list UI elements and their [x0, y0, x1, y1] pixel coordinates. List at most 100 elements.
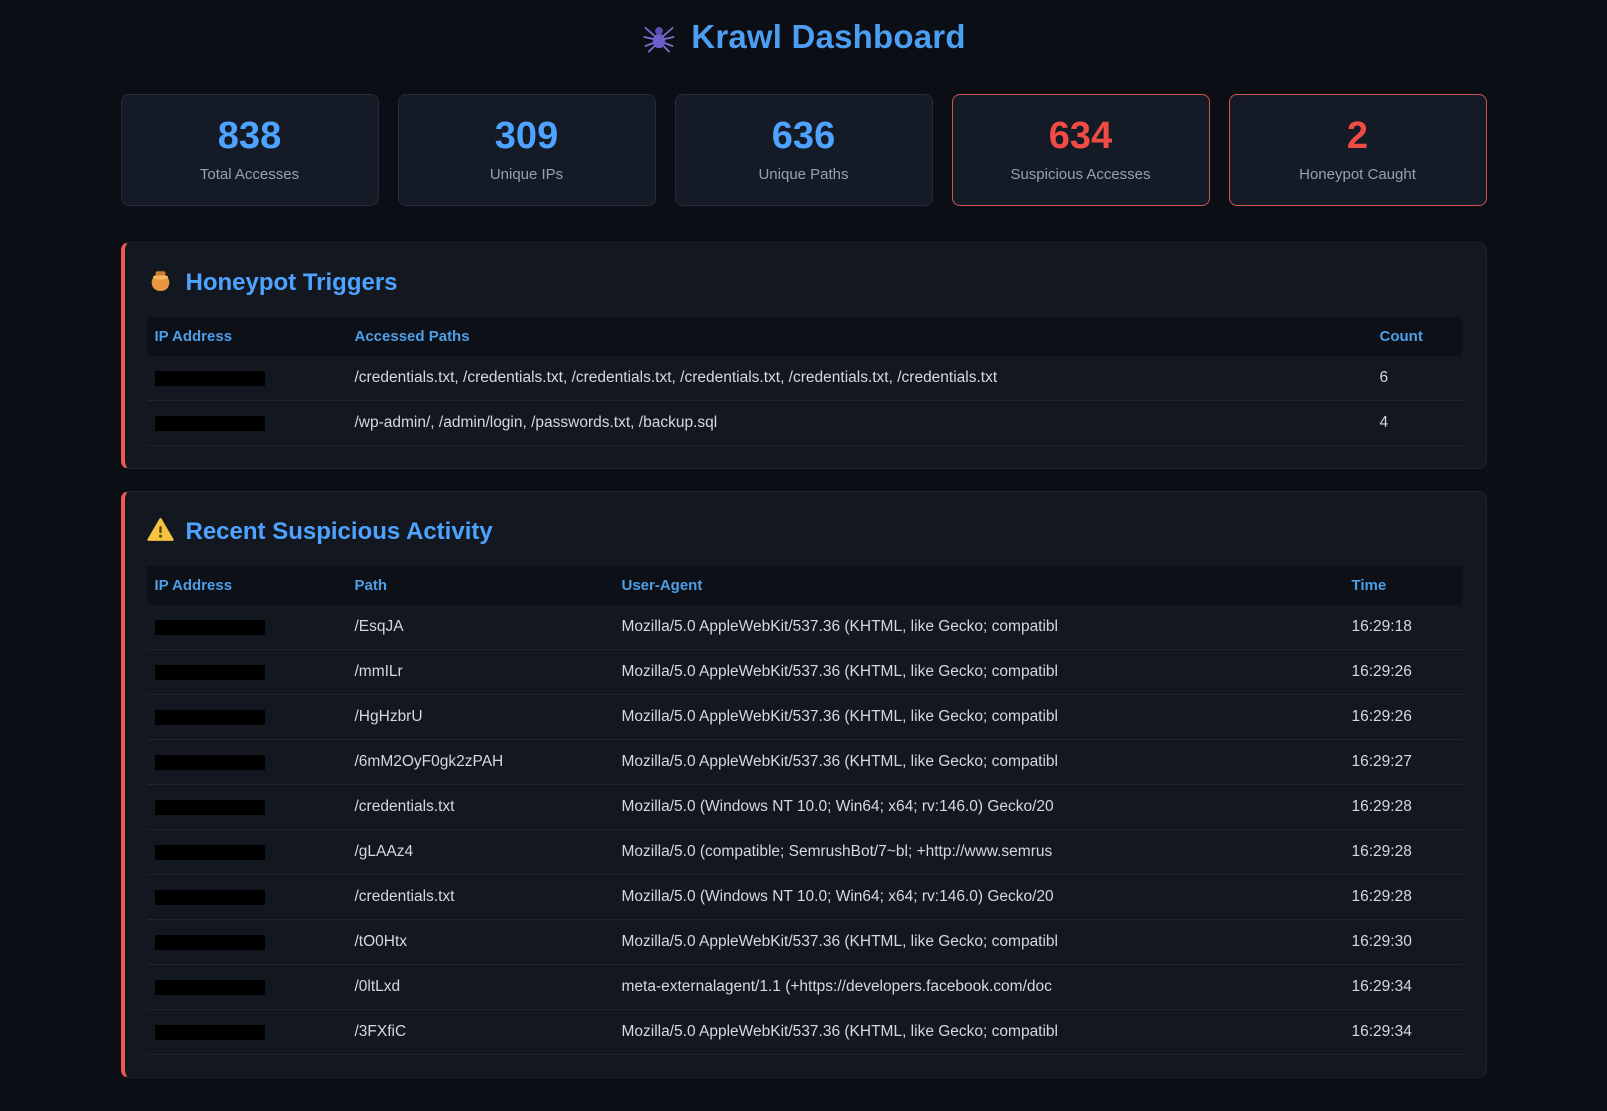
accessed-paths-cell: /credentials.txt, /credentials.txt, /cre…	[347, 356, 1372, 401]
user-agent-cell: Mozilla/5.0 AppleWebKit/537.36 (KHTML, l…	[614, 605, 1344, 650]
count-cell: 4	[1372, 401, 1462, 446]
redacted-ip	[155, 890, 265, 905]
page-header: Krawl Dashboard	[121, 18, 1487, 56]
redacted-ip	[155, 845, 265, 860]
redacted-ip	[155, 710, 265, 725]
redacted-ip	[155, 416, 265, 431]
honeypot-icon	[147, 267, 174, 299]
suspicious-activity-row: /credentials.txtMozilla/5.0 (Windows NT …	[147, 875, 1462, 920]
honeypot-header-row: IP Address Accessed Paths Count	[147, 317, 1462, 356]
suspicious-activity-row: /3FXfiCMozilla/5.0 AppleWebKit/537.36 (K…	[147, 1010, 1462, 1055]
time-cell: 16:29:26	[1344, 650, 1462, 695]
stat-value: 2	[1347, 117, 1368, 155]
time-cell: 16:29:27	[1344, 740, 1462, 785]
count-cell: 6	[1372, 356, 1462, 401]
dashboard-container: Krawl Dashboard 838 Total Accesses 309 U…	[121, 0, 1487, 1078]
user-agent-cell: Mozilla/5.0 AppleWebKit/537.36 (KHTML, l…	[614, 1010, 1344, 1055]
stat-card-suspicious-accesses: 634 Suspicious Accesses	[952, 94, 1210, 206]
ip-address-cell	[147, 605, 347, 650]
stat-value: 309	[495, 117, 558, 155]
stat-value: 634	[1049, 117, 1112, 155]
stat-label: Unique IPs	[490, 166, 563, 183]
redacted-ip	[155, 800, 265, 815]
stat-value: 838	[218, 117, 281, 155]
stat-card-unique-ips: 309 Unique IPs	[398, 94, 656, 206]
user-agent-cell: Mozilla/5.0 (Windows NT 10.0; Win64; x64…	[614, 875, 1344, 920]
honeypot-tbody: /credentials.txt, /credentials.txt, /cre…	[147, 356, 1462, 446]
stat-card-unique-paths: 636 Unique Paths	[675, 94, 933, 206]
path-cell: /6mM2OyF0gk2zPAH	[347, 740, 614, 785]
time-cell: 16:29:28	[1344, 785, 1462, 830]
path-cell: /credentials.txt	[347, 875, 614, 920]
redacted-ip	[155, 620, 265, 635]
suspicious-table: IP Address Path User-Agent Time /EsqJAMo…	[147, 566, 1462, 1055]
time-cell: 16:29:26	[1344, 695, 1462, 740]
user-agent-cell: Mozilla/5.0 (compatible; SemrushBot/7~bl…	[614, 830, 1344, 875]
honeypot-row: /wp-admin/, /admin/login, /passwords.txt…	[147, 401, 1462, 446]
suspicious-panel-heading: Recent Suspicious Activity	[186, 518, 493, 546]
suspicious-panel-title: Recent Suspicious Activity	[147, 516, 1462, 548]
suspicious-activity-panel: Recent Suspicious Activity IP Address Pa…	[121, 491, 1487, 1078]
suspicious-activity-row: /tO0HtxMozilla/5.0 AppleWebKit/537.36 (K…	[147, 920, 1462, 965]
column-header-count: Count	[1372, 317, 1462, 356]
path-cell: /0ltLxd	[347, 965, 614, 1010]
ip-address-cell	[147, 1010, 347, 1055]
stat-label: Suspicious Accesses	[1010, 166, 1150, 183]
column-header-ip: IP Address	[147, 566, 347, 605]
spider-icon	[641, 19, 677, 55]
path-cell: /credentials.txt	[347, 785, 614, 830]
column-header-path: Path	[347, 566, 614, 605]
ip-address-cell	[147, 785, 347, 830]
accessed-paths-cell: /wp-admin/, /admin/login, /passwords.txt…	[347, 401, 1372, 446]
column-header-time: Time	[1344, 566, 1462, 605]
redacted-ip	[155, 935, 265, 950]
suspicious-activity-row: /mmILrMozilla/5.0 AppleWebKit/537.36 (KH…	[147, 650, 1462, 695]
ip-address-cell	[147, 830, 347, 875]
user-agent-cell: Mozilla/5.0 AppleWebKit/537.36 (KHTML, l…	[614, 650, 1344, 695]
stat-label: Honeypot Caught	[1299, 166, 1416, 183]
ip-address-cell	[147, 650, 347, 695]
path-cell: /HgHzbrU	[347, 695, 614, 740]
ip-address-cell	[147, 920, 347, 965]
user-agent-cell: Mozilla/5.0 AppleWebKit/537.36 (KHTML, l…	[614, 920, 1344, 965]
suspicious-header-row: IP Address Path User-Agent Time	[147, 566, 1462, 605]
stat-label: Unique Paths	[758, 166, 848, 183]
honeypot-table-head: IP Address Accessed Paths Count	[147, 317, 1462, 356]
time-cell: 16:29:28	[1344, 830, 1462, 875]
ip-address-cell	[147, 401, 347, 446]
honeypot-table: IP Address Accessed Paths Count /credent…	[147, 317, 1462, 446]
user-agent-cell: meta-externalagent/1.1 (+https://develop…	[614, 965, 1344, 1010]
column-header-ip: IP Address	[147, 317, 347, 356]
warning-icon	[147, 516, 174, 548]
ip-address-cell	[147, 965, 347, 1010]
honeypot-panel-heading: Honeypot Triggers	[186, 269, 398, 297]
user-agent-cell: Mozilla/5.0 (Windows NT 10.0; Win64; x64…	[614, 785, 1344, 830]
suspicious-table-head: IP Address Path User-Agent Time	[147, 566, 1462, 605]
redacted-ip	[155, 980, 265, 995]
suspicious-activity-row: /credentials.txtMozilla/5.0 (Windows NT …	[147, 785, 1462, 830]
suspicious-tbody: /EsqJAMozilla/5.0 AppleWebKit/537.36 (KH…	[147, 605, 1462, 1055]
user-agent-cell: Mozilla/5.0 AppleWebKit/537.36 (KHTML, l…	[614, 740, 1344, 785]
honeypot-triggers-panel: Honeypot Triggers IP Address Accessed Pa…	[121, 242, 1487, 469]
path-cell: /mmILr	[347, 650, 614, 695]
honeypot-panel-title: Honeypot Triggers	[147, 267, 1462, 299]
suspicious-activity-row: /0ltLxdmeta-externalagent/1.1 (+https://…	[147, 965, 1462, 1010]
stat-value: 636	[772, 117, 835, 155]
path-cell: /3FXfiC	[347, 1010, 614, 1055]
suspicious-activity-row: /EsqJAMozilla/5.0 AppleWebKit/537.36 (KH…	[147, 605, 1462, 650]
ip-address-cell	[147, 875, 347, 920]
suspicious-activity-row: /gLAAz4Mozilla/5.0 (compatible; SemrushB…	[147, 830, 1462, 875]
stat-card-total-accesses: 838 Total Accesses	[121, 94, 379, 206]
time-cell: 16:29:34	[1344, 1010, 1462, 1055]
time-cell: 16:29:28	[1344, 875, 1462, 920]
page-title: Krawl Dashboard	[691, 18, 965, 56]
redacted-ip	[155, 1025, 265, 1040]
time-cell: 16:29:18	[1344, 605, 1462, 650]
redacted-ip	[155, 755, 265, 770]
stats-row: 838 Total Accesses 309 Unique IPs 636 Un…	[121, 94, 1487, 206]
path-cell: /EsqJA	[347, 605, 614, 650]
ip-address-cell	[147, 695, 347, 740]
stat-label: Total Accesses	[200, 166, 299, 183]
time-cell: 16:29:34	[1344, 965, 1462, 1010]
suspicious-activity-row: /HgHzbrUMozilla/5.0 AppleWebKit/537.36 (…	[147, 695, 1462, 740]
